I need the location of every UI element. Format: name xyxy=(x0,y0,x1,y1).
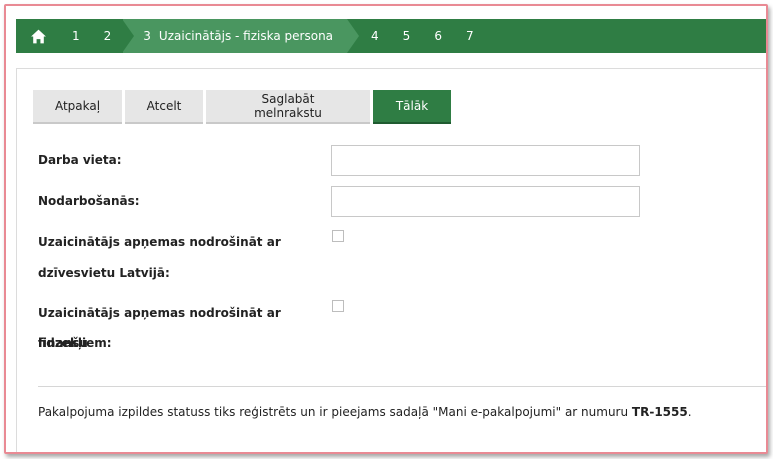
status-note: Pakalpojuma izpildes statuss tiks reģist… xyxy=(38,405,692,419)
residence-label-line1: Uzaicinātājs apņemas nodrošināt ar xyxy=(38,235,281,249)
workplace-input[interactable] xyxy=(331,145,640,176)
status-note-end: . xyxy=(687,405,692,419)
step-number: 7 xyxy=(465,29,474,43)
action-toolbar: Atpakaļ Atcelt Saglabāt melnrakstu Tālāk xyxy=(33,90,451,124)
occupation-label: Nodarbošanās: xyxy=(38,194,140,208)
step-navigation: 1 2 3 Uzaicinātājs - fiziska persona 4 5… xyxy=(16,19,766,53)
step-4[interactable]: 4 xyxy=(359,19,391,53)
reference-number: TR-1555 xyxy=(631,405,688,419)
step-6[interactable]: 6 xyxy=(422,19,454,53)
next-button[interactable]: Tālāk xyxy=(373,90,451,124)
status-note-text: Pakalpojuma izpildes statuss tiks reģist… xyxy=(38,405,632,419)
step-number: 1 xyxy=(72,29,80,43)
step-7[interactable]: 7 xyxy=(454,19,486,53)
step-5[interactable]: 5 xyxy=(391,19,423,53)
step-label: Uzaicinātājs - fiziska persona xyxy=(158,29,334,43)
save-draft-button[interactable]: Saglabāt melnrakstu xyxy=(206,90,370,124)
finance-label-line2: līdzekļiem: xyxy=(38,336,112,350)
home-button[interactable] xyxy=(16,19,60,53)
occupation-input[interactable] xyxy=(331,186,640,217)
step-2[interactable]: 2 xyxy=(92,19,124,53)
step-number: 3 xyxy=(143,29,151,43)
back-button[interactable]: Atpakaļ xyxy=(33,90,122,124)
workplace-label: Darba vieta: xyxy=(38,153,122,167)
cancel-button[interactable]: Atcelt xyxy=(125,90,203,124)
step-number: 2 xyxy=(103,29,112,43)
window-frame: 1 2 3 Uzaicinātājs - fiziska persona 4 5… xyxy=(4,4,768,454)
form-panel: Atpakaļ Atcelt Saglabāt melnrakstu Tālāk… xyxy=(16,68,766,452)
step-3-active[interactable]: 3 Uzaicinātājs - fiziska persona xyxy=(122,19,359,53)
step-number: 6 xyxy=(434,29,442,43)
home-icon xyxy=(30,29,46,43)
finance-checkbox[interactable] xyxy=(332,300,344,312)
section-divider xyxy=(38,386,766,387)
residence-checkbox[interactable] xyxy=(332,230,344,242)
step-number: 5 xyxy=(402,29,411,43)
step-number: 4 xyxy=(371,29,379,43)
step-1[interactable]: 1 xyxy=(60,19,92,53)
residence-label-line2: dzīvesvietu Latvijā: xyxy=(38,266,170,280)
